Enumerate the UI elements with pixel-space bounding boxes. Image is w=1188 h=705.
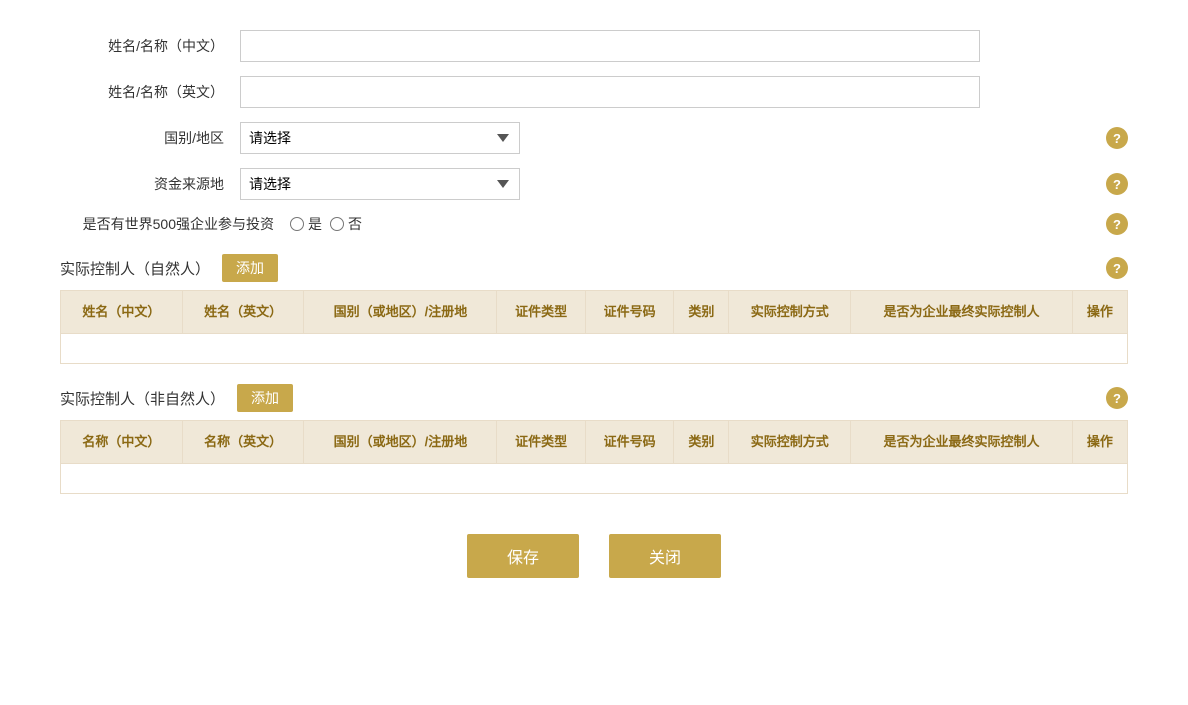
col-natural-name-en: 姓名（英文） [182, 291, 304, 334]
controller-non-natural-header-row: 实际控制人（非自然人） 添加 ? [60, 384, 1128, 412]
save-button[interactable]: 保存 [467, 534, 579, 578]
fortune500-yes-item[interactable]: 是 [290, 214, 322, 234]
controller-non-natural-help-icon[interactable]: ? [1106, 387, 1128, 409]
col-non-natural-is-final-controller: 是否为企业最终实际控制人 [851, 421, 1073, 464]
controller-non-natural-table: 名称（中文） 名称（英文） 国别（或地区）/注册地 证件类型 证件号码 类别 实… [60, 420, 1128, 494]
country-help-icon[interactable]: ? [1106, 127, 1128, 149]
controller-natural-help-icon[interactable]: ? [1106, 257, 1128, 279]
controller-natural-title: 实际控制人（自然人） [60, 258, 210, 279]
col-natural-name-cn: 姓名（中文） [61, 291, 183, 334]
controller-natural-empty-row [61, 334, 1128, 364]
page-container: 姓名/名称（中文） 姓名/名称（英文） 国别/地区 请选择 ? 资金来源地 请选… [0, 0, 1188, 608]
fortune500-no-item[interactable]: 否 [330, 214, 362, 234]
form-section: 姓名/名称（中文） 姓名/名称（英文） 国别/地区 请选择 ? 资金来源地 请选… [60, 30, 1128, 234]
name-cn-row: 姓名/名称（中文） [60, 30, 1128, 62]
controller-non-natural-table-header-row: 名称（中文） 名称（英文） 国别（或地区）/注册地 证件类型 证件号码 类别 实… [61, 421, 1128, 464]
country-label: 国别/地区 [60, 128, 240, 148]
controller-non-natural-empty-row [61, 464, 1128, 494]
fortune500-yes-radio[interactable] [290, 217, 304, 231]
name-cn-input[interactable] [240, 30, 980, 62]
col-non-natural-control-method: 实际控制方式 [729, 421, 851, 464]
fund-source-label: 资金来源地 [60, 174, 240, 194]
col-natural-operation: 操作 [1072, 291, 1127, 334]
fortune500-yes-label: 是 [308, 214, 322, 234]
col-non-natural-country: 国别（或地区）/注册地 [304, 421, 497, 464]
controller-natural-section: 实际控制人（自然人） 添加 ? 姓名（中文） 姓名（英文） 国别（或地区）/注册… [60, 254, 1128, 364]
col-non-natural-cert-no: 证件号码 [585, 421, 673, 464]
country-row: 国别/地区 请选择 ? [60, 122, 1128, 154]
controller-natural-table: 姓名（中文） 姓名（英文） 国别（或地区）/注册地 证件类型 证件号码 类别 实… [60, 290, 1128, 364]
controller-non-natural-add-button[interactable]: 添加 [237, 384, 293, 412]
col-non-natural-category: 类别 [674, 421, 729, 464]
footer-buttons: 保存 关闭 [60, 534, 1128, 578]
name-en-row: 姓名/名称（英文） [60, 76, 1128, 108]
col-natural-cert-no: 证件号码 [585, 291, 673, 334]
fortune500-label: 是否有世界500强企业参与投资 [60, 214, 290, 234]
fortune500-row: 是否有世界500强企业参与投资 是 否 ? [60, 214, 1128, 234]
controller-natural-header-row: 实际控制人（自然人） 添加 ? [60, 254, 1128, 282]
close-button[interactable]: 关闭 [609, 534, 721, 578]
fortune500-no-label: 否 [348, 214, 362, 234]
col-natural-country: 国别（或地区）/注册地 [304, 291, 497, 334]
fund-source-select[interactable]: 请选择 [240, 168, 520, 200]
controller-non-natural-title: 实际控制人（非自然人） [60, 388, 225, 409]
fortune500-radio-group: 是 否 [290, 214, 362, 234]
col-natural-is-final-controller: 是否为企业最终实际控制人 [851, 291, 1073, 334]
fortune500-help-icon[interactable]: ? [1106, 213, 1128, 235]
fund-source-row: 资金来源地 请选择 ? [60, 168, 1128, 200]
name-cn-label: 姓名/名称（中文） [60, 36, 240, 56]
col-natural-category: 类别 [674, 291, 729, 334]
col-non-natural-cert-type: 证件类型 [497, 421, 585, 464]
controller-natural-add-button[interactable]: 添加 [222, 254, 278, 282]
name-en-input[interactable] [240, 76, 980, 108]
col-natural-control-method: 实际控制方式 [729, 291, 851, 334]
name-en-label: 姓名/名称（英文） [60, 82, 240, 102]
col-non-natural-operation: 操作 [1072, 421, 1127, 464]
col-natural-cert-type: 证件类型 [497, 291, 585, 334]
country-select[interactable]: 请选择 [240, 122, 520, 154]
col-non-natural-name-cn: 名称（中文） [61, 421, 183, 464]
controller-non-natural-header: 实际控制人（非自然人） 添加 ? [60, 384, 1128, 412]
col-non-natural-name-en: 名称（英文） [182, 421, 304, 464]
fortune500-no-radio[interactable] [330, 217, 344, 231]
fund-source-help-icon[interactable]: ? [1106, 173, 1128, 195]
controller-non-natural-section: 实际控制人（非自然人） 添加 ? 名称（中文） 名称（英文） 国别（或地区）/注… [60, 384, 1128, 494]
controller-natural-table-header-row: 姓名（中文） 姓名（英文） 国别（或地区）/注册地 证件类型 证件号码 类别 实… [61, 291, 1128, 334]
controller-natural-header: 实际控制人（自然人） 添加 ? [60, 254, 1128, 282]
